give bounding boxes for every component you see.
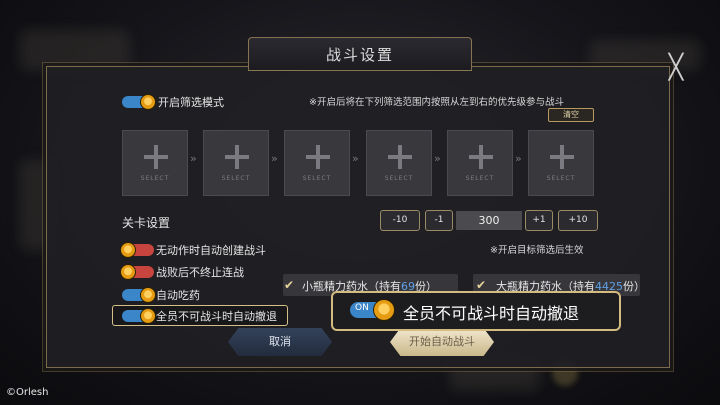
callout-text: 全员不可战斗时自动撤退 <box>403 304 580 323</box>
select-slot-1[interactable]: SELECT <box>122 130 188 196</box>
select-slot-3[interactable]: SELECT <box>284 130 350 196</box>
cancel-button[interactable]: 取消 <box>228 328 332 356</box>
select-slot-2[interactable]: SELECT <box>203 130 269 196</box>
auto-potion-label: 自动吃药 <box>156 289 200 302</box>
close-icon[interactable]: ╳ <box>663 54 689 80</box>
select-slot-label: SELECT <box>221 175 251 182</box>
plus-1-button[interactable]: +1 <box>525 210 553 231</box>
callout-toggle: ON <box>350 299 395 321</box>
continue-after-defeat-toggle[interactable] <box>120 264 154 280</box>
check-icon: ✔ <box>284 278 295 292</box>
auto-retreat-label: 全员不可战斗时自动撤退 <box>156 310 277 323</box>
chevron-right-icon: » <box>190 152 197 165</box>
plus-icon <box>550 145 574 169</box>
background-blur <box>20 30 130 70</box>
auto-retreat-toggle[interactable] <box>122 308 156 324</box>
plus-icon <box>225 145 249 169</box>
chevron-right-icon: » <box>434 152 441 165</box>
toggle-knob <box>140 308 156 324</box>
toggle-knob <box>140 94 156 110</box>
chevron-right-icon: » <box>515 152 522 165</box>
filter-mode-note: ※开启后将在下列筛选范围内按照从左到右的优先级参与战斗 <box>309 97 564 108</box>
clear-button[interactable]: 清空 <box>548 108 594 122</box>
select-slot-6[interactable]: SELECT <box>528 130 594 196</box>
stage-settings-label: 关卡设置 <box>122 216 171 230</box>
start-auto-battle-button[interactable]: 开始自动战斗 <box>390 328 494 356</box>
large-potion-suffix: 份） <box>623 280 645 293</box>
minus-10-button[interactable]: -10 <box>380 210 420 231</box>
toggle-knob <box>373 299 395 321</box>
plus-icon <box>469 145 493 169</box>
toggle-knob <box>120 242 136 258</box>
filter-mode-label: 开启筛选模式 <box>158 96 224 109</box>
dialog-title: 战斗设置 <box>325 45 394 64</box>
toggle-knob <box>120 264 136 280</box>
chevron-right-icon: » <box>271 152 278 165</box>
auto-create-battle-label: 无动作时自动创建战斗 <box>156 244 266 257</box>
stage-count-value[interactable]: 300 <box>456 211 522 230</box>
toggle-knob <box>140 287 156 303</box>
auto-potion-toggle[interactable] <box>122 287 156 303</box>
filter-mode-toggle[interactable] <box>122 94 156 110</box>
select-slot-label: SELECT <box>302 175 332 182</box>
auto-create-battle-toggle[interactable] <box>120 242 154 258</box>
plus-icon <box>306 145 330 169</box>
select-slot-label: SELECT <box>140 175 170 182</box>
plus-icon <box>388 145 412 169</box>
dialog-title-plate: 战斗设置 <box>248 37 472 71</box>
target-filter-note: ※开启目标筛选后生效 <box>490 245 584 256</box>
minus-1-button[interactable]: -1 <box>425 210 453 231</box>
select-slot-5[interactable]: SELECT <box>447 130 513 196</box>
select-slot-label: SELECT <box>384 175 414 182</box>
plus-icon <box>144 145 168 169</box>
chevron-right-icon: » <box>352 152 359 165</box>
check-icon: ✔ <box>476 278 487 292</box>
copyright-text: ©Orlesh <box>6 387 49 398</box>
select-slot-label: SELECT <box>546 175 576 182</box>
continue-after-defeat-label: 战败后不终止连战 <box>156 266 244 279</box>
select-slot-4[interactable]: SELECT <box>366 130 432 196</box>
select-slot-label: SELECT <box>465 175 495 182</box>
plus-10-button[interactable]: +10 <box>558 210 598 231</box>
callout-toggle-text: ON <box>355 303 369 313</box>
